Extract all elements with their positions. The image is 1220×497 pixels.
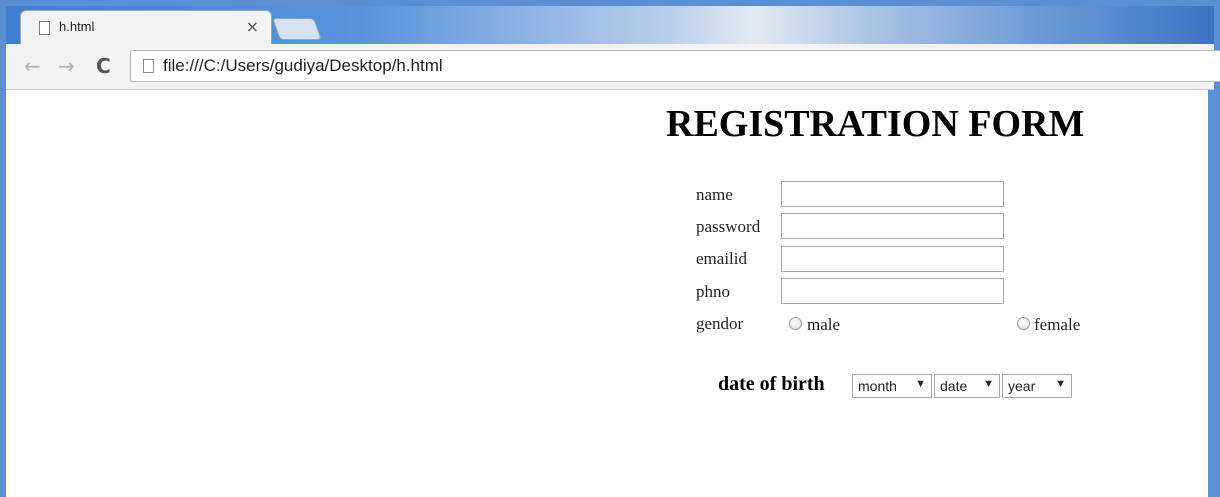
phno-label: phno [696,282,730,301]
new-tab-button[interactable] [271,18,323,40]
address-bar[interactable]: file:///C:/Users/gudiya/Desktop/h.html [130,50,1220,82]
female-radio[interactable] [1017,317,1030,330]
year-select[interactable]: year ▼ [1002,374,1072,398]
browser-window: h.html × ← → C file:///C:/Users/gudiya/D… [0,0,1220,497]
tab-h-html[interactable]: h.html × [20,10,272,44]
date-select[interactable]: date ▼ [934,374,1000,398]
page-content: REGISTRATION FORM name password emailid … [6,90,1214,497]
page-title: REGISTRATION FORM [666,103,1085,145]
tab-title: h.html [59,19,95,34]
emailid-input[interactable] [781,246,1004,272]
reload-icon[interactable]: C [96,54,111,78]
back-arrow-icon[interactable]: ← [24,54,41,78]
month-select[interactable]: month ▼ [852,374,932,398]
month-select-value: month [858,378,897,394]
phno-input[interactable] [781,278,1004,304]
year-select-value: year [1008,378,1036,394]
chevron-down-icon: ▼ [1055,378,1066,390]
url-text: file:///C:/Users/gudiya/Desktop/h.html [163,56,443,75]
dob-label: date of birth [718,373,825,395]
name-input[interactable] [781,181,1004,207]
male-label: male [807,315,841,334]
password-label: password [696,217,761,236]
chevron-down-icon: ▼ [915,378,926,390]
close-icon[interactable]: × [246,17,259,36]
forward-arrow-icon[interactable]: → [58,54,75,78]
file-icon [39,21,50,35]
female-label: female [1034,315,1081,334]
toolbar: ← → C file:///C:/Users/gudiya/Desktop/h.… [6,44,1220,90]
password-input[interactable] [781,213,1004,239]
male-radio[interactable] [789,317,802,330]
date-select-value: date [940,378,968,394]
chevron-down-icon: ▼ [983,378,994,390]
gender-label: gendor [696,314,744,333]
page-icon [143,59,154,73]
emailid-label: emailid [696,249,747,268]
name-label: name [696,185,733,204]
